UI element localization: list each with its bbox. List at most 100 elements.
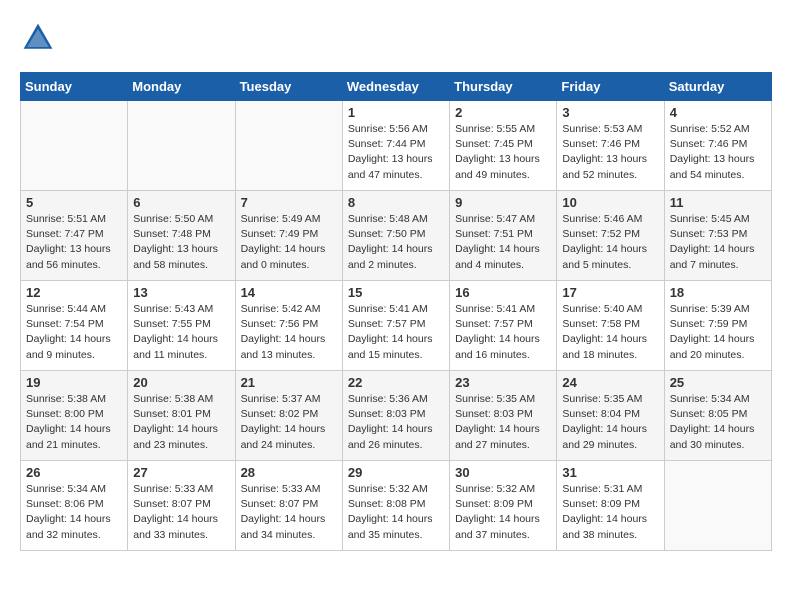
day-info: Sunrise: 5:41 AMSunset: 7:57 PMDaylight:… [455, 302, 551, 363]
day-number: 30 [455, 465, 551, 480]
week-row-4: 19 Sunrise: 5:38 AMSunset: 8:00 PMDayligh… [21, 371, 772, 461]
day-cell: 26Sunrise: 5:34 AMSunset: 8:06 PMDayligh… [21, 461, 128, 551]
day-number: 23 [455, 375, 551, 390]
day-info: Sunrise: 5:49 AMSunset: 7:49 PMDaylight:… [241, 212, 337, 273]
day-number: 16 [455, 285, 551, 300]
day-cell: 17Sunrise: 5:40 AMSunset: 7:58 PMDayligh… [557, 281, 664, 371]
day-cell: 24 Sunrise: 5:35 AMSunset: 8:04 PMDayligh… [557, 371, 664, 461]
day-info: Sunrise: 5:55 AMSunset: 7:45 PMDaylight:… [455, 122, 551, 183]
day-cell: 6 Sunrise: 5:50 AMSunset: 7:48 PMDaylight… [128, 191, 235, 281]
day-info: Sunrise: 5:32 AMSunset: 8:09 PMDaylight:… [455, 482, 551, 543]
day-info: Sunrise: 5:56 AMSunset: 7:44 PMDaylight:… [348, 122, 444, 183]
day-number: 2 [455, 105, 551, 120]
day-info: Sunrise: 5:39 AMSunset: 7:59 PMDaylight:… [670, 302, 766, 363]
day-number: 18 [670, 285, 766, 300]
day-number: 6 [133, 195, 229, 210]
day-cell [21, 101, 128, 191]
day-info: Sunrise: 5:36 AMSunset: 8:03 PMDaylight:… [348, 392, 444, 453]
day-number: 24 [562, 375, 658, 390]
day-number: 10 [562, 195, 658, 210]
day-cell: 1 Sunrise: 5:56 AMSunset: 7:44 PMDaylight… [342, 101, 449, 191]
day-cell: 29Sunrise: 5:32 AMSunset: 8:08 PMDayligh… [342, 461, 449, 551]
day-cell: 22 Sunrise: 5:36 AMSunset: 8:03 PMDayligh… [342, 371, 449, 461]
day-cell: 8 Sunrise: 5:48 AMSunset: 7:50 PMDaylight… [342, 191, 449, 281]
week-row-5: 26Sunrise: 5:34 AMSunset: 8:06 PMDayligh… [21, 461, 772, 551]
day-cell: 5Sunrise: 5:51 AMSunset: 7:47 PMDaylight… [21, 191, 128, 281]
day-cell: 3 Sunrise: 5:53 AMSunset: 7:46 PMDaylight… [557, 101, 664, 191]
day-info: Sunrise: 5:38 AMSunset: 8:01 PMDaylight:… [133, 392, 229, 453]
day-cell: 9 Sunrise: 5:47 AMSunset: 7:51 PMDaylight… [450, 191, 557, 281]
day-info: Sunrise: 5:52 AMSunset: 7:46 PMDaylight:… [670, 122, 766, 183]
day-number: 22 [348, 375, 444, 390]
day-number: 7 [241, 195, 337, 210]
week-row-2: 5Sunrise: 5:51 AMSunset: 7:47 PMDaylight… [21, 191, 772, 281]
day-info: Sunrise: 5:35 AMSunset: 8:03 PMDaylight:… [455, 392, 551, 453]
day-info: Sunrise: 5:47 AMSunset: 7:51 PMDaylight:… [455, 212, 551, 273]
day-number: 1 [348, 105, 444, 120]
week-row-3: 12Sunrise: 5:44 AMSunset: 7:54 PMDayligh… [21, 281, 772, 371]
day-cell: 16 Sunrise: 5:41 AMSunset: 7:57 PMDayligh… [450, 281, 557, 371]
day-cell: 28 Sunrise: 5:33 AMSunset: 8:07 PMDayligh… [235, 461, 342, 551]
day-info: Sunrise: 5:33 AMSunset: 8:07 PMDaylight:… [133, 482, 229, 543]
day-info: Sunrise: 5:31 AMSunset: 8:09 PMDaylight:… [562, 482, 658, 543]
day-info: Sunrise: 5:35 AMSunset: 8:04 PMDaylight:… [562, 392, 658, 453]
day-number: 4 [670, 105, 766, 120]
day-info: Sunrise: 5:51 AMSunset: 7:47 PMDaylight:… [26, 212, 122, 273]
day-number: 13 [133, 285, 229, 300]
day-number: 28 [241, 465, 337, 480]
day-info: Sunrise: 5:38 AMSunset: 8:00 PMDaylight:… [26, 392, 122, 453]
day-info: Sunrise: 5:40 AMSunset: 7:58 PMDaylight:… [562, 302, 658, 363]
day-cell: 30 Sunrise: 5:32 AMSunset: 8:09 PMDayligh… [450, 461, 557, 551]
weekday-header-thursday: Thursday [450, 73, 557, 101]
day-cell: 12Sunrise: 5:44 AMSunset: 7:54 PMDayligh… [21, 281, 128, 371]
calendar-table: SundayMondayTuesdayWednesdayThursdayFrid… [20, 72, 772, 551]
day-info: Sunrise: 5:37 AMSunset: 8:02 PMDaylight:… [241, 392, 337, 453]
day-info: Sunrise: 5:48 AMSunset: 7:50 PMDaylight:… [348, 212, 444, 273]
weekday-header-friday: Friday [557, 73, 664, 101]
day-number: 19 [26, 375, 122, 390]
day-number: 25 [670, 375, 766, 390]
day-cell [664, 461, 771, 551]
day-info: Sunrise: 5:34 AMSunset: 8:05 PMDaylight:… [670, 392, 766, 453]
day-number: 27 [133, 465, 229, 480]
day-number: 12 [26, 285, 122, 300]
day-info: Sunrise: 5:46 AMSunset: 7:52 PMDaylight:… [562, 212, 658, 273]
day-cell: 18 Sunrise: 5:39 AMSunset: 7:59 PMDayligh… [664, 281, 771, 371]
day-info: Sunrise: 5:32 AMSunset: 8:08 PMDaylight:… [348, 482, 444, 543]
day-number: 21 [241, 375, 337, 390]
week-row-1: 1 Sunrise: 5:56 AMSunset: 7:44 PMDaylight… [21, 101, 772, 191]
day-cell: 23 Sunrise: 5:35 AMSunset: 8:03 PMDayligh… [450, 371, 557, 461]
day-cell: 4 Sunrise: 5:52 AMSunset: 7:46 PMDaylight… [664, 101, 771, 191]
day-cell: 2 Sunrise: 5:55 AMSunset: 7:45 PMDaylight… [450, 101, 557, 191]
day-cell: 31Sunrise: 5:31 AMSunset: 8:09 PMDayligh… [557, 461, 664, 551]
weekday-header-saturday: Saturday [664, 73, 771, 101]
day-cell: 7 Sunrise: 5:49 AMSunset: 7:49 PMDaylight… [235, 191, 342, 281]
page-header [20, 20, 772, 56]
day-number: 11 [670, 195, 766, 210]
day-info: Sunrise: 5:33 AMSunset: 8:07 PMDaylight:… [241, 482, 337, 543]
day-number: 3 [562, 105, 658, 120]
day-number: 26 [26, 465, 122, 480]
day-number: 20 [133, 375, 229, 390]
day-number: 15 [348, 285, 444, 300]
day-cell: 10 Sunrise: 5:46 AMSunset: 7:52 PMDayligh… [557, 191, 664, 281]
day-info: Sunrise: 5:50 AMSunset: 7:48 PMDaylight:… [133, 212, 229, 273]
day-cell: 21 Sunrise: 5:37 AMSunset: 8:02 PMDayligh… [235, 371, 342, 461]
logo-icon [20, 20, 56, 56]
weekday-header-sunday: Sunday [21, 73, 128, 101]
logo [20, 20, 60, 56]
day-info: Sunrise: 5:43 AMSunset: 7:55 PMDaylight:… [133, 302, 229, 363]
day-info: Sunrise: 5:41 AMSunset: 7:57 PMDaylight:… [348, 302, 444, 363]
day-cell: 15 Sunrise: 5:41 AMSunset: 7:57 PMDayligh… [342, 281, 449, 371]
weekday-header-monday: Monday [128, 73, 235, 101]
day-cell: 25 Sunrise: 5:34 AMSunset: 8:05 PMDayligh… [664, 371, 771, 461]
day-cell [128, 101, 235, 191]
day-number: 14 [241, 285, 337, 300]
day-cell: 20 Sunrise: 5:38 AMSunset: 8:01 PMDayligh… [128, 371, 235, 461]
day-cell: 27 Sunrise: 5:33 AMSunset: 8:07 PMDayligh… [128, 461, 235, 551]
day-number: 8 [348, 195, 444, 210]
weekday-header-row: SundayMondayTuesdayWednesdayThursdayFrid… [21, 73, 772, 101]
weekday-header-tuesday: Tuesday [235, 73, 342, 101]
day-info: Sunrise: 5:53 AMSunset: 7:46 PMDaylight:… [562, 122, 658, 183]
day-number: 9 [455, 195, 551, 210]
